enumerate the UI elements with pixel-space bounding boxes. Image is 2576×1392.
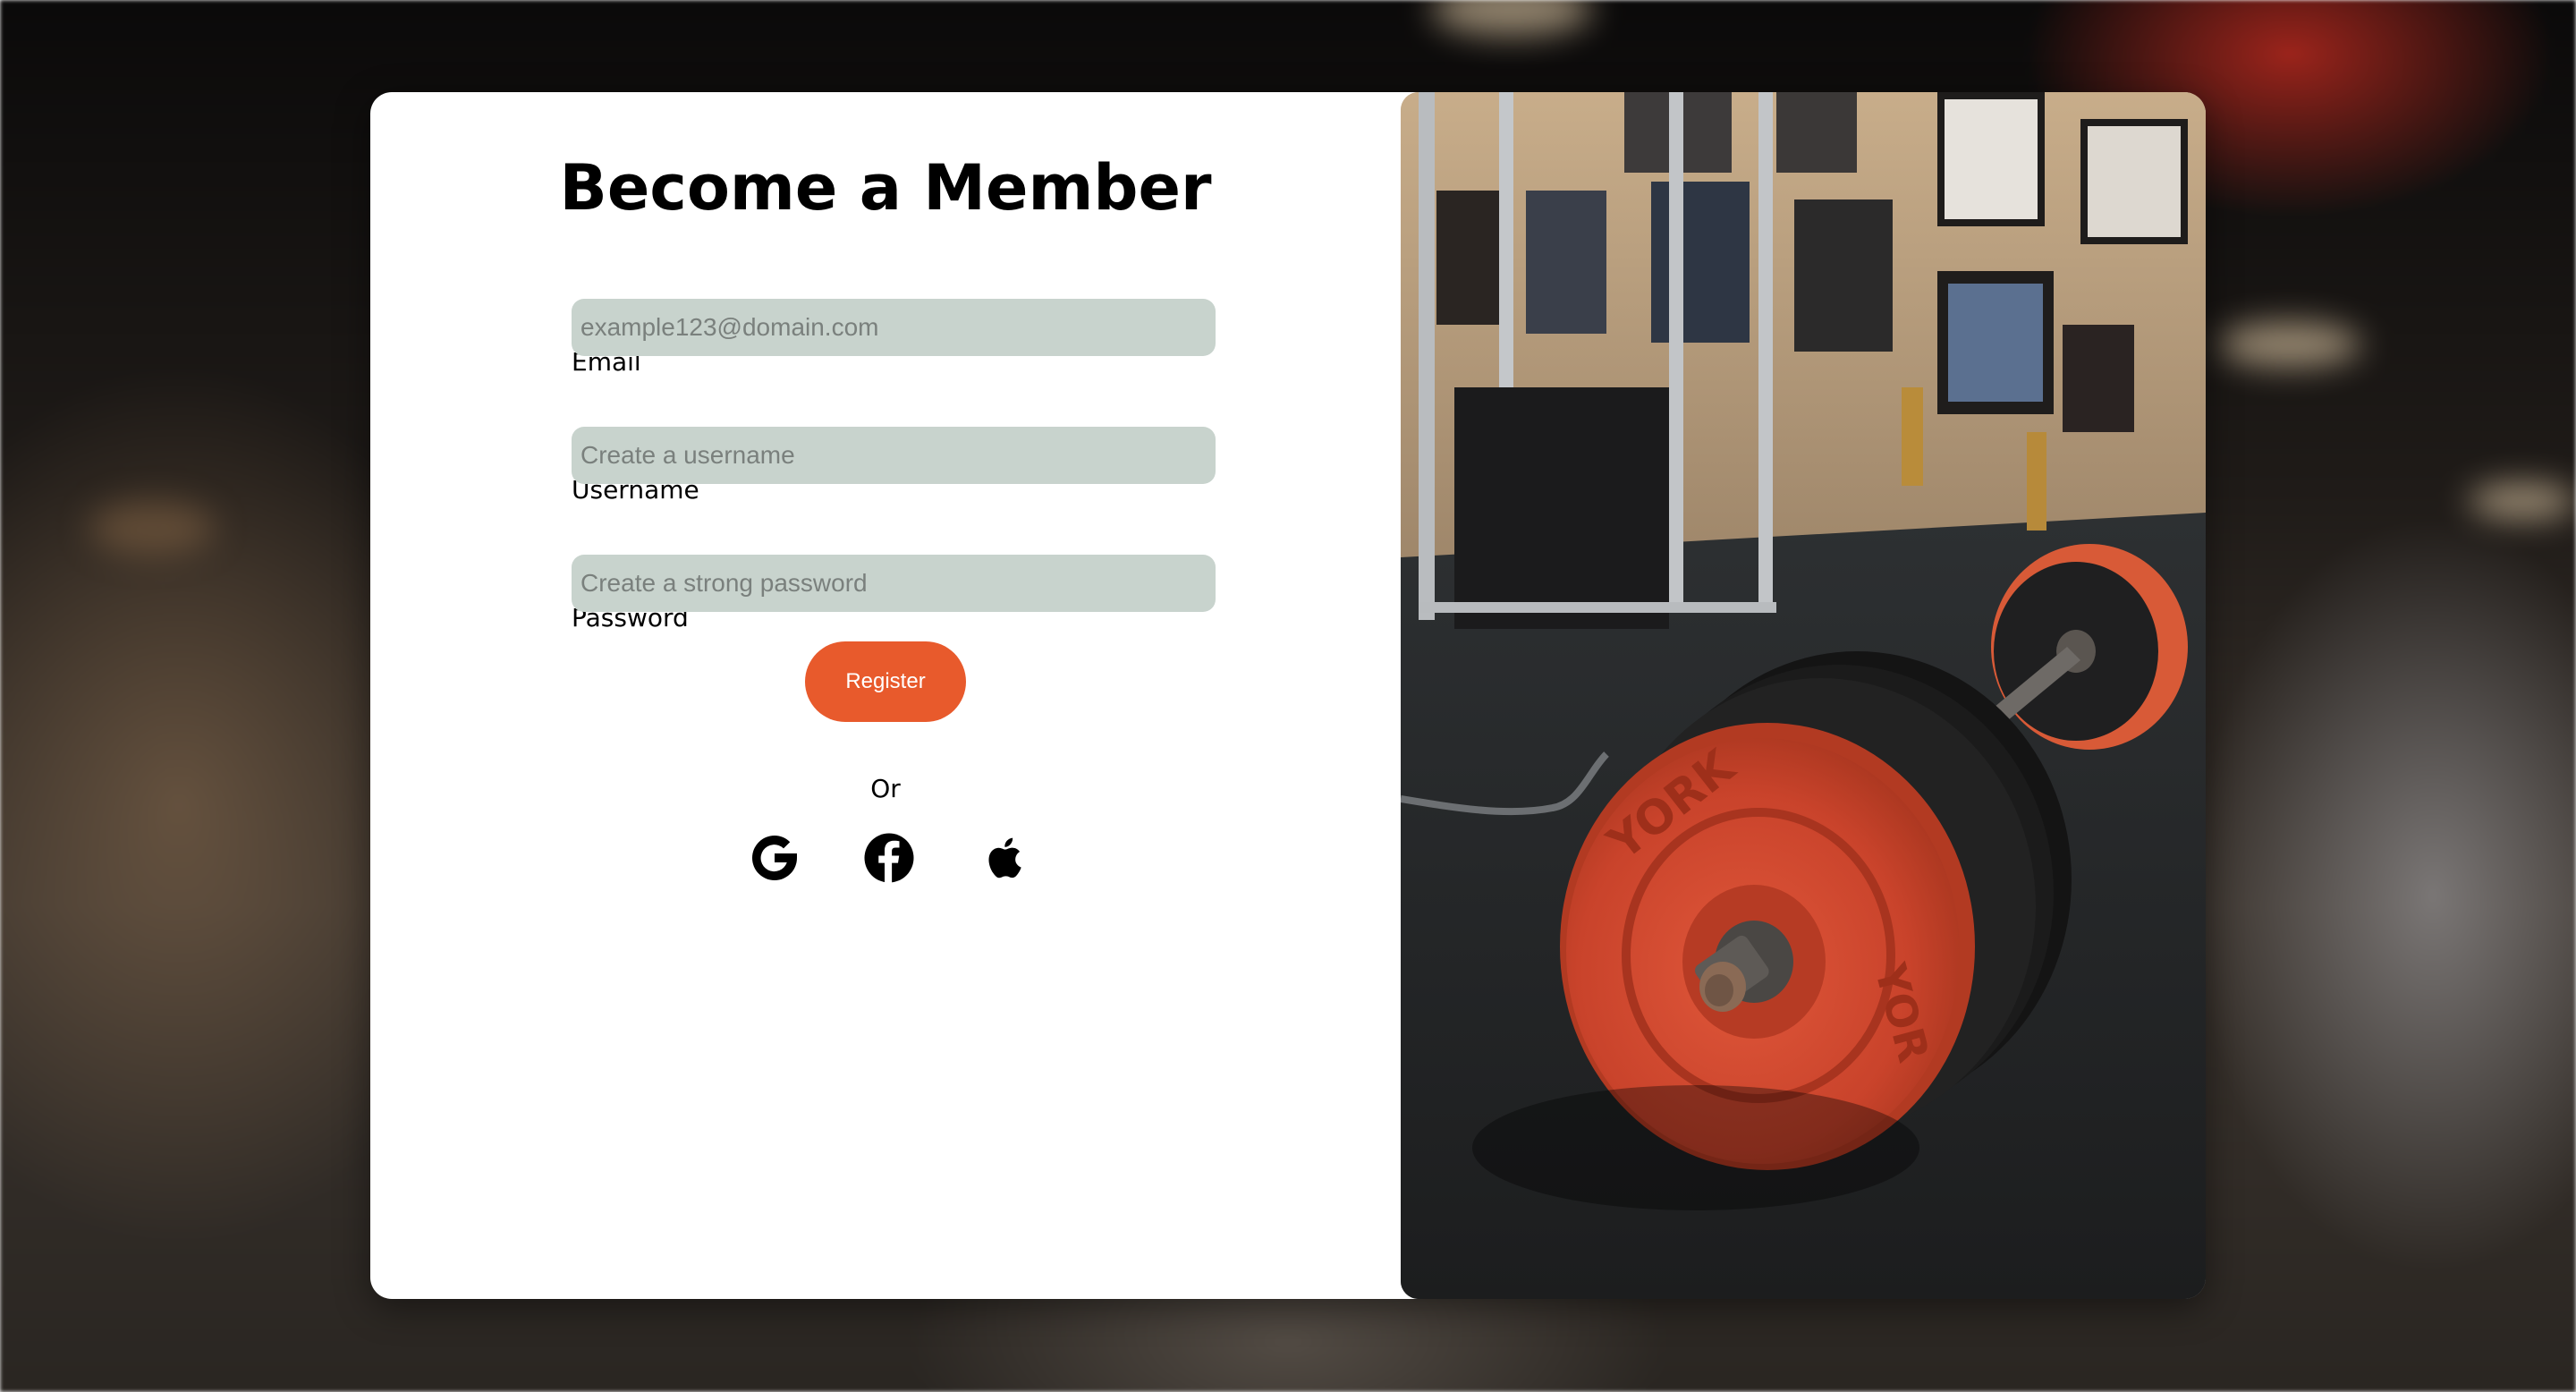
facebook-icon [862,831,916,888]
registration-card: Become a Member Email Username Password … [370,92,2206,1299]
google-icon [748,831,801,888]
or-divider: Or [870,774,901,803]
register-button[interactable]: Register [805,641,966,722]
page-title: Become a Member [559,151,1212,225]
username-field[interactable] [572,427,1216,484]
gym-barbell-photo: YORK YOR [1401,92,2206,1299]
email-field[interactable] [572,299,1216,356]
registration-form: Become a Member Email Username Password … [370,92,1401,1299]
facebook-signin-button[interactable] [860,831,918,888]
google-signin-button[interactable] [746,831,803,888]
password-field[interactable] [572,555,1216,612]
apple-signin-button[interactable] [973,831,1030,888]
apple-icon [979,833,1024,887]
